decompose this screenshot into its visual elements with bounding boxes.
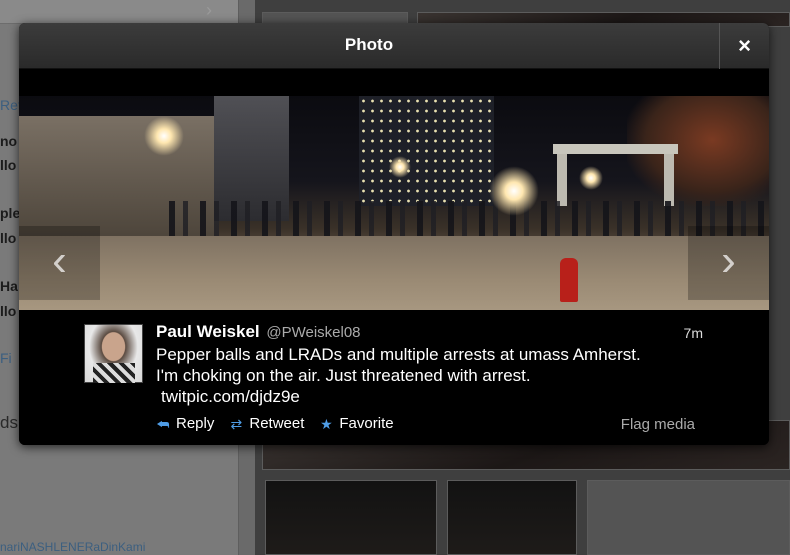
background-fragment: ple	[0, 205, 21, 221]
retweet-button[interactable]: ⇄ Retweet	[228, 415, 304, 432]
tweet-photo[interactable]: ‹ ›	[19, 96, 769, 310]
flag-media-link[interactable]: Flag media	[621, 416, 695, 433]
photo-canopy	[553, 144, 678, 206]
background-fragment: Ha	[0, 278, 18, 294]
favorite-label: Favorite	[339, 415, 394, 432]
previous-photo-button[interactable]: ‹	[19, 226, 100, 300]
modal-title: Photo	[344, 35, 394, 54]
close-button[interactable]: ×	[719, 23, 769, 69]
background-top-strip: ›	[0, 0, 238, 24]
author-handle[interactable]: @PWeiskel08	[266, 324, 360, 341]
photo-light	[489, 166, 539, 216]
chevron-right-icon: ›	[721, 236, 736, 285]
retweet-icon: ⇄	[230, 415, 243, 432]
background-thumbnail	[265, 480, 437, 555]
chevron-left-icon: ‹	[52, 236, 67, 285]
background-fragment: ds	[0, 413, 18, 432]
background-fragment: nariNASHLENERaDinKami	[0, 540, 146, 554]
background-fragment: llo	[0, 303, 17, 319]
modal-header: Photo ×	[19, 23, 769, 69]
background-fragment: no	[0, 133, 18, 149]
photo-light	[389, 156, 411, 178]
tweet-text-line: I'm choking on the air. Just threatened …	[156, 366, 531, 385]
background-thumbnail	[587, 480, 790, 555]
favorite-button[interactable]: ★ Favorite	[318, 415, 393, 432]
tweet-author[interactable]: Paul Weiskel @PWeiskel08	[156, 322, 361, 342]
star-icon: ★	[320, 415, 333, 432]
photo-light	[144, 116, 184, 156]
background-thumbnail	[447, 480, 577, 555]
tweet-link[interactable]: twitpic.com/djdz9e	[161, 386, 300, 407]
tweet-text: Pepper balls and LRADs and multiple arre…	[156, 344, 716, 407]
tweet-actions: ⮪ Reply ⇄ Retweet ★ Favorite	[155, 415, 393, 432]
retweet-label: Retweet	[249, 415, 305, 432]
reply-icon: ⮪	[156, 415, 170, 432]
photo-light	[579, 166, 603, 190]
tweet-text-line: Pepper balls and LRADs and multiple arre…	[156, 345, 641, 364]
tweet-details: Paul Weiskel @PWeiskel08 7m Pepper balls…	[19, 310, 769, 445]
background-fragment: Fi	[0, 350, 12, 366]
photo-modal: Photo × ‹ › Paul Weiskel @PWeiskel08 7m	[19, 23, 769, 445]
photo-hydrant	[560, 258, 578, 302]
reply-button[interactable]: ⮪ Reply	[155, 415, 214, 432]
reply-label: Reply	[176, 415, 215, 432]
background-fragment: llo	[0, 230, 17, 246]
photo-pavement	[19, 236, 769, 310]
chevron-right-icon: ›	[206, 0, 212, 20]
next-photo-button[interactable]: ›	[688, 226, 769, 300]
avatar[interactable]	[84, 324, 143, 383]
photo-tower	[359, 96, 494, 206]
background-fragment: llo	[0, 157, 17, 173]
author-name[interactable]: Paul Weiskel	[156, 322, 260, 341]
tweet-timestamp[interactable]: 7m	[684, 325, 703, 341]
close-icon: ×	[738, 33, 751, 58]
